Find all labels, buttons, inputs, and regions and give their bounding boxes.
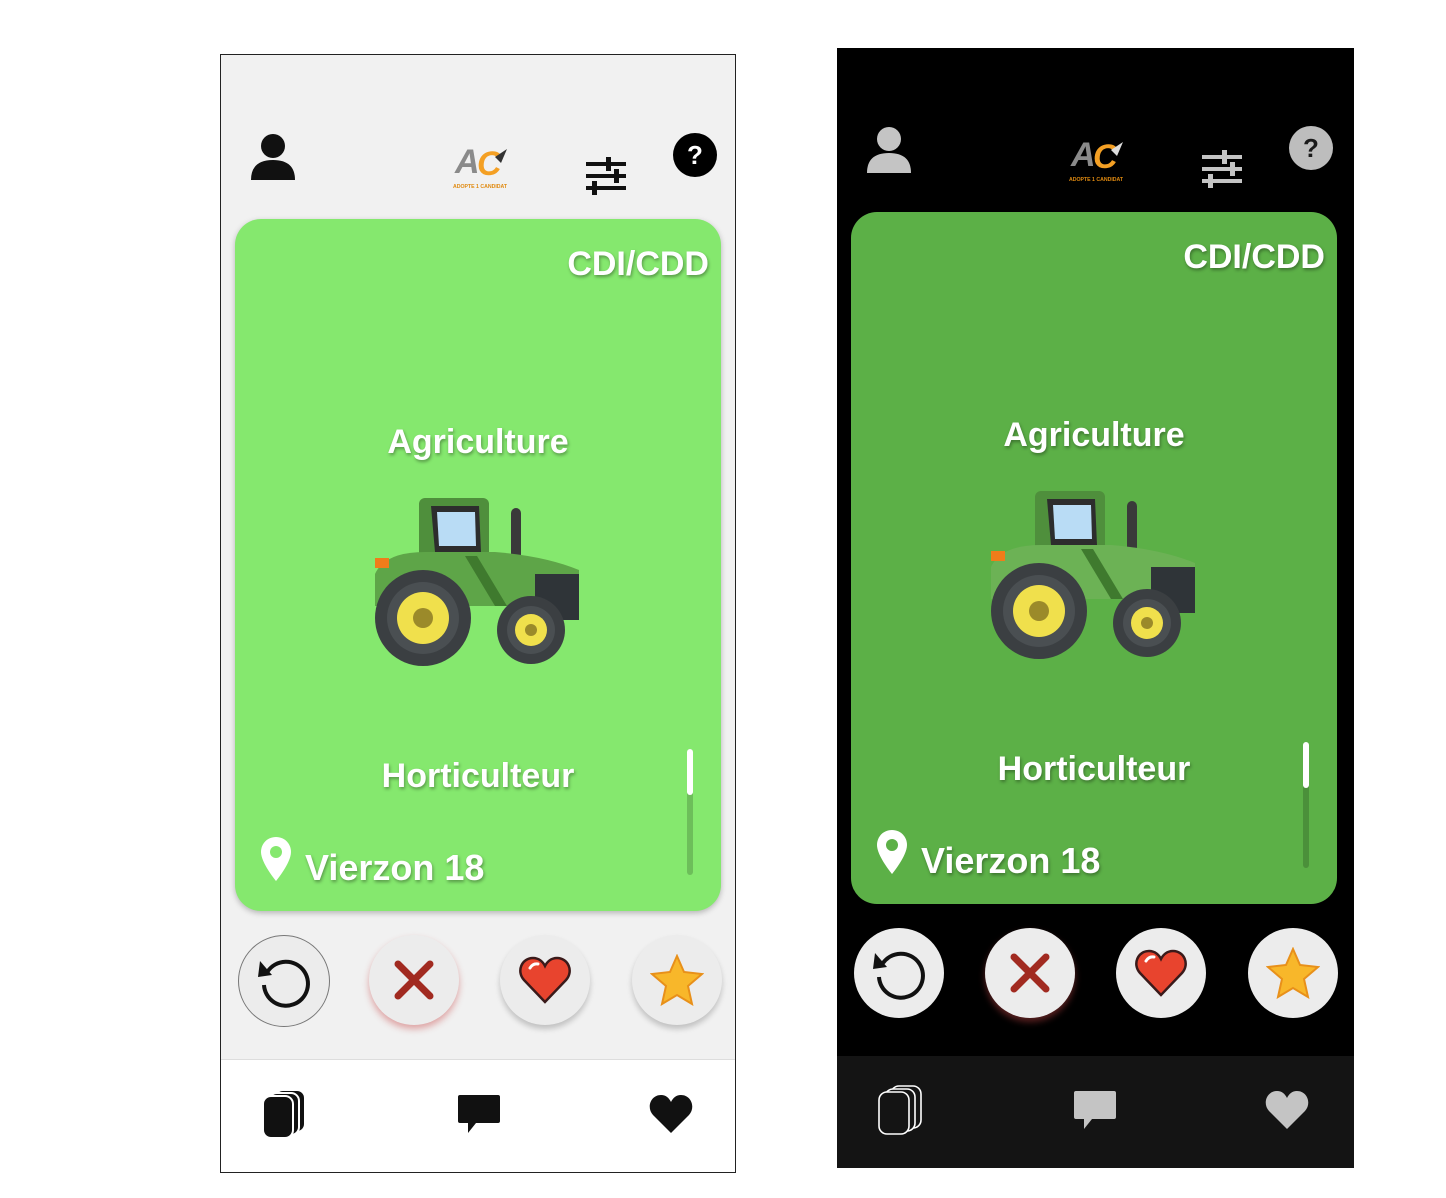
svg-text:ADOPTE 1 CANDIDAT: ADOPTE 1 CANDIDAT xyxy=(453,184,508,190)
app-logo: A C ADOPTE 1 CANDIDAT xyxy=(451,139,511,191)
card-scrollbar[interactable] xyxy=(1303,742,1309,868)
help-button[interactable]: ? xyxy=(673,133,717,177)
top-bar: A C ADOPTE 1 CANDIDAT ? xyxy=(221,55,735,215)
close-icon xyxy=(394,960,434,1000)
heart-icon xyxy=(1135,949,1187,997)
contract-type: CDI/CDD xyxy=(567,245,709,283)
phone-screen-light: A C ADOPTE 1 CANDIDAT ? CDI/CDD Agricult… xyxy=(220,54,736,1173)
profile-button[interactable] xyxy=(245,129,301,185)
superlike-button[interactable] xyxy=(1248,928,1338,1018)
svg-text:A: A xyxy=(1070,136,1096,174)
sector-title: Agriculture xyxy=(387,423,569,461)
chat-icon xyxy=(458,1095,500,1133)
tab-messages[interactable] xyxy=(449,1084,509,1144)
profile-button[interactable] xyxy=(861,122,917,178)
top-bar: A C ADOPTE 1 CANDIDAT ? xyxy=(837,48,1354,208)
tab-cards[interactable] xyxy=(871,1080,931,1140)
filters-button[interactable] xyxy=(1197,146,1247,192)
swipe-actions xyxy=(837,928,1354,1028)
heart-icon xyxy=(519,956,571,1004)
tractor-icon xyxy=(991,491,1195,659)
location-text: Vierzon 18 xyxy=(305,847,485,888)
help-icon: ? xyxy=(1303,132,1319,163)
job-title: Horticulteur xyxy=(997,750,1191,788)
nope-button[interactable] xyxy=(985,928,1075,1018)
tab-messages[interactable] xyxy=(1065,1080,1125,1140)
like-button[interactable] xyxy=(1116,928,1206,1018)
job-title: Horticulteur xyxy=(381,757,575,795)
location-text: Vierzon 18 xyxy=(921,840,1101,881)
filters-button[interactable] xyxy=(581,153,631,199)
app-logo: A C ADOPTE 1 CANDIDAT xyxy=(1067,132,1127,184)
svg-text:C: C xyxy=(1093,138,1118,176)
help-button[interactable]: ? xyxy=(1289,126,1333,170)
tab-favorites[interactable] xyxy=(1257,1080,1317,1140)
sliders-icon xyxy=(586,157,626,195)
bottom-tab-bar xyxy=(221,1059,735,1172)
scrollbar-thumb[interactable] xyxy=(1303,742,1309,788)
cards-icon xyxy=(262,1089,306,1139)
svg-text:C: C xyxy=(477,145,502,183)
nope-button[interactable] xyxy=(369,935,459,1025)
help-icon: ? xyxy=(687,139,703,170)
close-icon xyxy=(1010,953,1050,993)
phone-screen-dark: A C ADOPTE 1 CANDIDAT ? CDI/CDD Agricult… xyxy=(837,48,1354,1168)
location-pin-icon xyxy=(877,830,907,874)
location-pin-icon xyxy=(261,837,291,881)
tab-cards[interactable] xyxy=(255,1084,315,1144)
cards-icon xyxy=(878,1085,922,1135)
tab-favorites[interactable] xyxy=(641,1084,701,1144)
rewind-icon xyxy=(258,959,310,1008)
contract-type: CDI/CDD xyxy=(1183,238,1325,276)
star-icon xyxy=(1266,947,1320,999)
rewind-icon xyxy=(873,951,925,1000)
card-scrollbar[interactable] xyxy=(687,749,693,875)
sliders-icon xyxy=(1202,150,1242,188)
heart-icon xyxy=(649,1095,693,1133)
svg-text:ADOPTE 1 CANDIDAT: ADOPTE 1 CANDIDAT xyxy=(1069,177,1124,183)
user-icon xyxy=(867,127,911,173)
star-icon xyxy=(650,954,704,1006)
tractor-icon xyxy=(375,498,579,666)
job-card[interactable]: CDI/CDD Agriculture Horticulteur Vierzon… xyxy=(235,219,721,911)
job-card[interactable]: CDI/CDD Agriculture Horticulteur Vierzon… xyxy=(851,212,1337,904)
swipe-actions xyxy=(221,935,735,1035)
scrollbar-thumb[interactable] xyxy=(687,749,693,795)
sector-title: Agriculture xyxy=(1003,416,1185,454)
svg-text:A: A xyxy=(454,143,480,181)
like-button[interactable] xyxy=(500,935,590,1025)
bottom-tab-bar xyxy=(837,1056,1354,1168)
chat-icon xyxy=(1074,1091,1116,1129)
rewind-button[interactable] xyxy=(854,928,944,1018)
heart-icon xyxy=(1265,1091,1309,1129)
superlike-button[interactable] xyxy=(632,935,722,1025)
rewind-button[interactable] xyxy=(238,935,330,1027)
user-icon xyxy=(251,134,295,180)
